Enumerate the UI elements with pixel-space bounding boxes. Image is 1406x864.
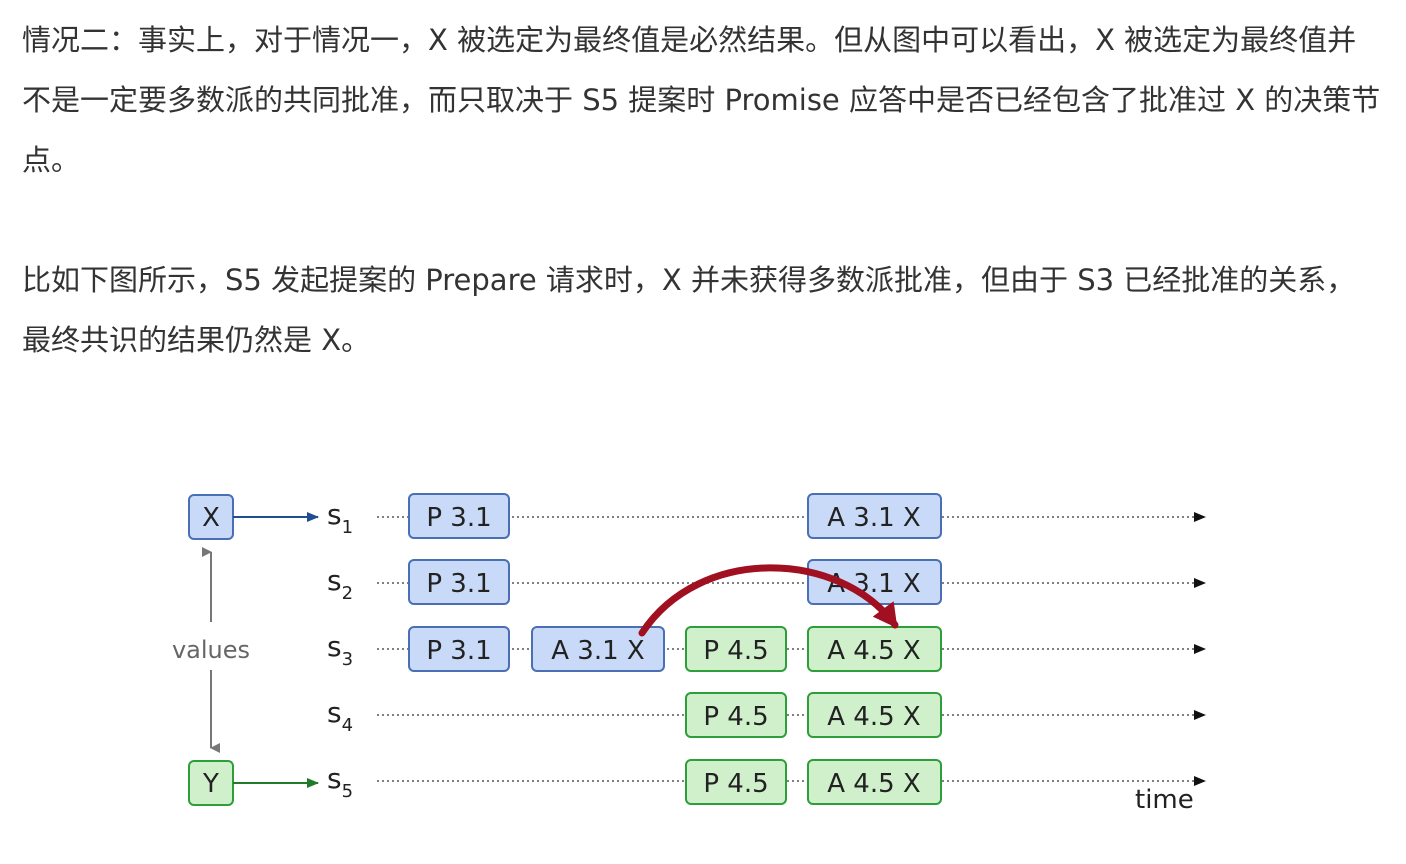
box-s3-p45-label: P 4.5 — [703, 636, 768, 666]
box-s5-a45x-label: A 4.5 X — [827, 769, 920, 799]
box-s4-p45-label: P 4.5 — [703, 702, 768, 732]
box-s1-a31x-label: A 3.1 X — [827, 503, 920, 533]
lane-label-s2: s2 — [327, 564, 353, 604]
box-s3-p31-label: P 3.1 — [426, 636, 491, 666]
box-s2-p31-label: P 3.1 — [426, 569, 491, 599]
time-label: time — [1135, 785, 1194, 815]
values-label: values — [172, 636, 250, 664]
lane-label-s5: s5 — [327, 762, 353, 802]
value-x-label: X — [202, 503, 220, 533]
value-y-label: Y — [202, 769, 219, 799]
box-s5-p45-label: P 4.5 — [703, 769, 768, 799]
paragraph-1: 情况二：事实上，对于情况一，X 被选定为最终值是必然结果。但从图中可以看出，X … — [22, 23, 1381, 177]
box-s1-p31-label: P 3.1 — [426, 503, 491, 533]
box-s3-a31x-label: A 3.1 X — [551, 636, 644, 666]
lane-label-s4: s4 — [327, 696, 353, 736]
lane-label-s1: s1 — [327, 498, 353, 538]
box-s4-a45x-label: A 4.5 X — [827, 702, 920, 732]
paragraph-2: 比如下图所示，S5 发起提案的 Prepare 请求时，X 并未获得多数派批准，… — [22, 263, 1356, 357]
box-s3-a45x-label: A 4.5 X — [827, 636, 920, 666]
paxos-diagram: s1 s2 s3 s4 s5 X Y values P 3.1 A 3.1 X … — [172, 493, 1206, 815]
lane-label-s3: s3 — [327, 630, 353, 670]
